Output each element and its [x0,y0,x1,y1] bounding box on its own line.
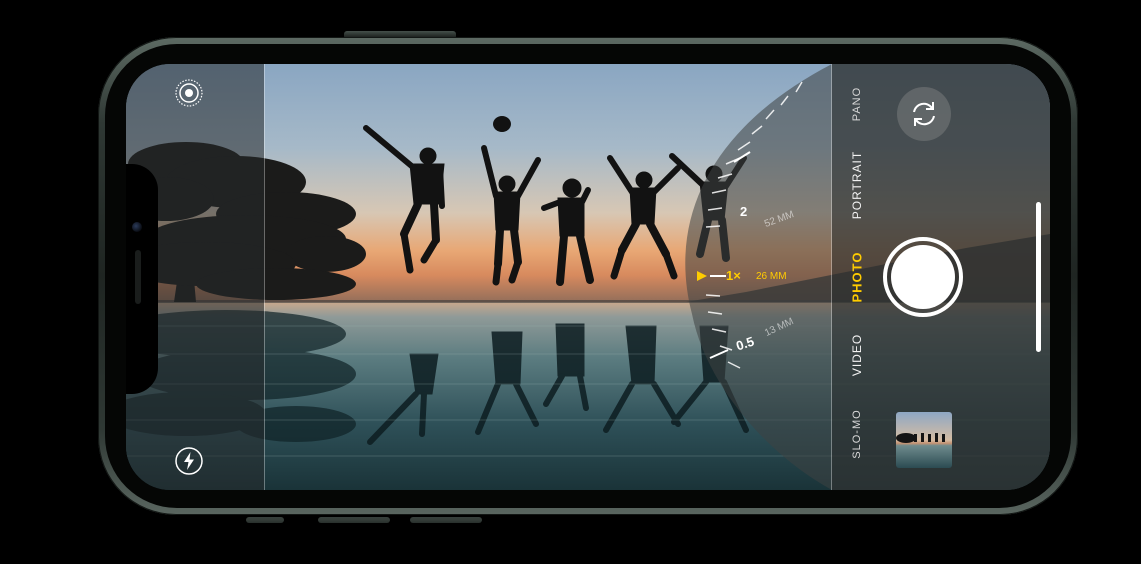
mode-video[interactable]: VIDEO [850,330,864,380]
zoom-level-1x[interactable]: 1× [726,268,741,283]
mode-pano[interactable]: PANO [851,79,863,129]
camera-screen: 2 52 MM 1× 26 MM 0.5 13 MM SLO-MO VIDEO … [126,64,1050,490]
home-indicator [1036,202,1041,352]
flip-camera-button[interactable] [897,87,951,141]
zoom-level-2[interactable]: 2 [740,204,747,219]
shutter-inner [891,245,955,309]
live-photo-icon[interactable] [174,78,204,108]
mode-slo-mo[interactable]: SLO-MO [851,399,863,469]
notch [126,164,158,394]
earpiece-speaker [135,250,141,304]
flip-camera-icon [913,102,935,126]
frame-left-edge [264,64,265,490]
mode-portrait[interactable]: PORTRAIT [850,150,864,220]
shutter-button[interactable] [883,237,963,317]
last-photo-thumbnail[interactable] [896,412,952,468]
front-camera [132,222,142,232]
volume-up-button [318,517,390,523]
silent-switch [246,517,284,523]
flash-icon[interactable] [174,446,204,476]
stage: 2 52 MM 1× 26 MM 0.5 13 MM SLO-MO VIDEO … [0,0,1141,564]
zoom-mm-26: 26 MM [756,271,787,282]
volume-down-button [410,517,482,523]
mode-photo[interactable]: PHOTO [850,252,865,303]
